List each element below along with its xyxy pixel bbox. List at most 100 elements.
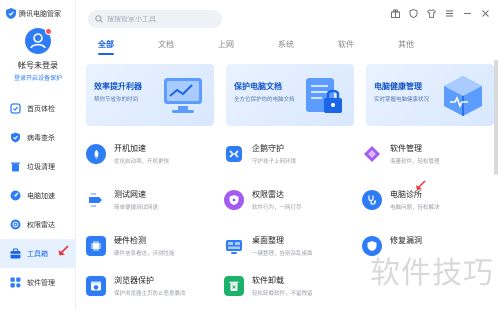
tool-desc: 简单便捷测试网速 [114, 205, 159, 211]
banner-subtitle: 帮你节省你的时间 [94, 97, 139, 103]
avatar[interactable] [25, 28, 52, 54]
skin-icon[interactable] [426, 8, 436, 18]
tool-speedtest[interactable]: 测试网速 简单便捷测试网速 [86, 186, 216, 218]
banner-efficiency[interactable]: 效率提升利器 帮你节省你的时间 [86, 64, 214, 126]
search-box[interactable] [88, 10, 222, 28]
window-controls [390, 8, 490, 18]
tool-name: 浏览器保护 [114, 276, 154, 285]
account-name[interactable]: 帐号未登录 [0, 60, 76, 71]
tool-desc: 电脑问题，轻松解决 [390, 205, 440, 211]
tab-other[interactable]: 其他 [376, 34, 436, 56]
tool-desc: 软件行为，一网打尽 [252, 205, 302, 211]
sidebar-item-label: 病毒查杀 [27, 134, 55, 142]
gift-icon[interactable] [390, 8, 400, 18]
close-icon[interactable] [480, 8, 490, 18]
sidebar-item-trash-clean[interactable]: 垃圾清理 [0, 152, 76, 181]
app-logo-icon [6, 8, 16, 19]
tab-all[interactable]: 全部 [76, 34, 136, 56]
tool-desc: 硬件信息看这，评测性能 [114, 251, 175, 257]
software-icon [9, 277, 21, 289]
tool-permission-radar[interactable]: 权限雷达 软件行为，一网打尽 [224, 186, 354, 218]
shield-status-icon[interactable] [408, 8, 418, 18]
rocket-icon [86, 144, 106, 164]
watermark: 软件技巧 [370, 256, 494, 291]
search-input[interactable] [107, 15, 217, 23]
sidebar-item-permission-radar[interactable]: 权限雷达 [0, 210, 76, 239]
speedup-icon [9, 190, 21, 202]
banner-title: 电脑健康管理 [374, 82, 422, 91]
uninstall-icon [224, 276, 244, 296]
sidebar-item-software[interactable]: 软件管理 [0, 268, 76, 297]
sidebar-item-label: 工具箱 [27, 250, 48, 258]
speedtest-icon [86, 190, 106, 210]
tool-uninstall[interactable]: 软件卸载 轻松卸载软件，不留残留 [224, 272, 354, 304]
tool-desc: 海量软件，轻松管理 [390, 159, 440, 165]
tool-name: 开机加速 [114, 144, 146, 153]
penguin-guard-icon [224, 144, 244, 164]
tool-software-manage[interactable]: 软件管理 海量软件，轻松管理 [362, 140, 492, 172]
tool-desc: 保护浏览器主页防止恶意篡改 [114, 291, 186, 297]
sidebar-item-home[interactable]: 首页体检 [0, 94, 76, 123]
virus-scan-icon [9, 132, 21, 144]
radar-icon [9, 219, 21, 231]
banner-health[interactable]: 电脑健康管理 实时掌握电脑健康状况 [366, 64, 494, 126]
tool-name: 测试网速 [114, 190, 146, 199]
menu-icon[interactable] [444, 8, 454, 18]
tool-boot-speedup[interactable]: 开机加速 优化启动项，开机更快 [86, 140, 216, 172]
tab-system[interactable]: 系统 [256, 34, 316, 56]
tool-desktop-organize[interactable]: 桌面整理 一键整理，告别杂乱桌面 [224, 232, 354, 264]
tool-browser-protect[interactable]: 浏览器保护 保护浏览器主页防止恶意篡改 [86, 272, 216, 304]
tool-name: 软件卸载 [252, 276, 284, 285]
sidebar-item-label: 权限雷达 [27, 221, 55, 229]
desktop-organize-icon [224, 236, 244, 256]
sidebar-item-virus-scan[interactable]: 病毒查杀 [0, 123, 76, 152]
toolbox-icon [9, 248, 21, 260]
banner-subtitle: 全方位保护你的电脑文档 [234, 97, 295, 103]
browser-protect-icon [86, 276, 106, 296]
tool-penguin-guard[interactable]: 企鹅守护 守护孩子上网环境 [224, 140, 354, 172]
pointer-arrow-icon [416, 180, 426, 190]
banner-subtitle: 实时掌握电脑健康状况 [374, 97, 430, 103]
tool-desc: 一键整理，告别杂乱桌面 [252, 251, 313, 257]
sidebar-item-label: 电脑加速 [27, 192, 55, 200]
sidebar-item-label: 首页体检 [27, 105, 55, 113]
software-manage-icon [362, 144, 382, 164]
tool-desc: 轻松卸载软件，不留残留 [252, 291, 313, 297]
pointer-arrow-icon [58, 245, 69, 256]
app-title: 腾讯电脑管家 [19, 10, 61, 18]
tab-internet[interactable]: 上网 [196, 34, 256, 56]
banner-title: 效率提升利器 [94, 82, 142, 91]
tool-name: 硬件检测 [114, 236, 146, 245]
stethoscope-icon [362, 190, 382, 210]
tab-documents[interactable]: 文档 [136, 34, 196, 56]
sidebar-item-label: 垃圾清理 [27, 163, 55, 171]
health-cube-icon [444, 76, 482, 116]
scrollbar[interactable] [494, 60, 498, 175]
login-link[interactable]: 登录开启设备保护 [0, 73, 76, 82]
sidebar: 腾讯电脑管家 帐号未登录 登录开启设备保护 首页体检 病毒查杀 垃圾清理 电脑加… [0, 0, 76, 310]
sidebar-item-toolbox[interactable]: 工具箱 [0, 239, 76, 268]
category-tabs: 全部 文档 上网 系统 软件 其他 [76, 34, 500, 56]
sidebar-item-speedup[interactable]: 电脑加速 [0, 181, 76, 210]
sidebar-item-label: 软件管理 [27, 279, 55, 287]
banner-row: 效率提升利器 帮你节省你的时间 保护电脑文档 全方位保护你的电脑文档 电脑健康管… [86, 64, 494, 126]
banner-protect-docs[interactable]: 保护电脑文档 全方位保护你的电脑文档 [226, 64, 354, 126]
tool-name: 权限雷达 [252, 190, 284, 199]
permission-radar-icon [224, 190, 244, 210]
tab-software[interactable]: 软件 [316, 34, 376, 56]
tool-name: 软件管理 [390, 144, 422, 153]
hardware-icon [86, 236, 106, 256]
tool-pc-clinic[interactable]: 电脑诊所 电脑问题，轻松解决 [362, 180, 492, 218]
tool-name: 企鹅守护 [252, 144, 284, 153]
tool-hardware-check[interactable]: 硬件检测 硬件信息看这，评测性能 [86, 232, 216, 264]
tool-name: 修复漏洞 [390, 236, 422, 245]
app-brand: 腾讯电脑管家 [6, 8, 61, 19]
search-icon [95, 15, 103, 23]
monitor-chart-icon [164, 78, 202, 113]
notification-dot [45, 28, 52, 35]
tool-desc: 优化启动项，开机更快 [114, 159, 170, 165]
document-lock-icon [306, 78, 342, 113]
banner-title: 保护电脑文档 [234, 82, 282, 91]
minimize-icon[interactable] [462, 8, 472, 18]
tool-desc: 守护孩子上网环境 [252, 159, 297, 165]
